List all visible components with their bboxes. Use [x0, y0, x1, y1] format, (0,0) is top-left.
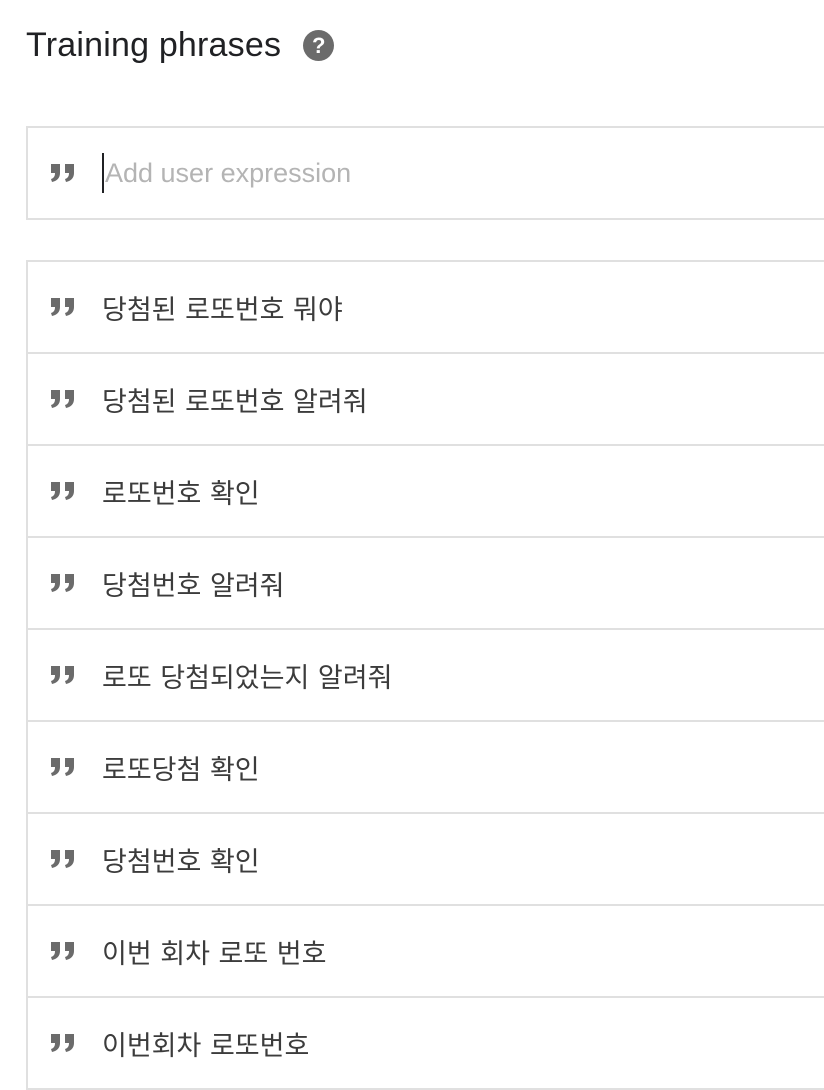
quote-icon: [48, 1031, 78, 1055]
phrase-row[interactable]: 이번 회차 로또 번호: [28, 906, 824, 998]
phrase-row[interactable]: 당첨번호 알려줘: [28, 538, 824, 630]
phrase-text: 로또번호 확인: [102, 478, 260, 510]
quote-icon: [48, 571, 78, 595]
phrase-row[interactable]: 로또당첨 확인: [28, 722, 824, 814]
phrase-row[interactable]: 로또번호 확인: [28, 446, 824, 538]
quote-icon: [48, 161, 78, 185]
add-expression-box[interactable]: [26, 126, 824, 220]
phrase-text: 이번 회차 로또 번호: [102, 938, 327, 970]
phrase-row[interactable]: 이번회차 로또번호: [28, 998, 824, 1090]
help-icon[interactable]: ?: [303, 30, 335, 61]
phrase-row[interactable]: 당첨된 로또번호 알려줘: [28, 354, 824, 446]
quote-icon: [48, 755, 78, 779]
phrase-row[interactable]: 로또 당첨되었는지 알려줘: [28, 630, 824, 722]
phrase-text: 당첨된 로또번호 뭐야: [102, 294, 343, 326]
section-header: Training phrases ?: [26, 26, 335, 65]
section-title: Training phrases: [26, 26, 282, 64]
add-expression-input[interactable]: [102, 153, 802, 193]
phrase-row[interactable]: 당첨번호 확인: [28, 814, 824, 906]
phrase-text: 당첨된 로또번호 알려줘: [102, 386, 368, 418]
phrase-row[interactable]: 당첨된 로또번호 뭐야: [28, 262, 824, 354]
quote-icon: [48, 847, 78, 871]
quote-icon: [48, 939, 78, 963]
training-phrase-list: 당첨된 로또번호 뭐야 당첨된 로또번호 알려줘 로또번호 확인 당첨번호 알려…: [26, 260, 824, 1090]
phrase-text: 이번회차 로또번호: [102, 1030, 310, 1062]
quote-icon: [48, 295, 78, 319]
phrase-text: 당첨번호 확인: [102, 846, 260, 878]
phrase-text: 로또 당첨되었는지 알려줘: [102, 662, 393, 694]
phrase-text: 당첨번호 알려줘: [102, 570, 285, 602]
quote-icon: [48, 387, 78, 411]
quote-icon: [48, 479, 78, 503]
phrase-text: 로또당첨 확인: [102, 754, 260, 786]
quote-icon: [48, 663, 78, 687]
